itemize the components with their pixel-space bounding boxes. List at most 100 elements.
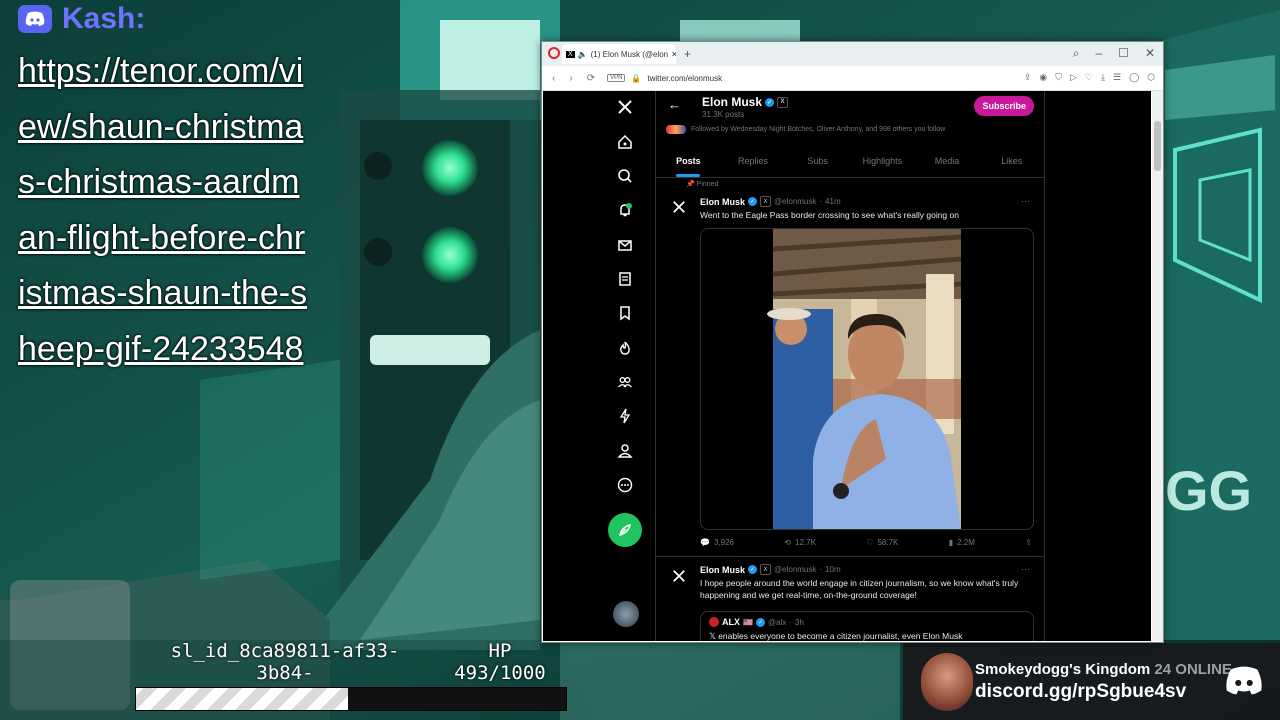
more-options-icon[interactable]: ··· <box>1021 196 1030 206</box>
reload-icon[interactable]: ⟳ <box>587 73 595 84</box>
home-icon[interactable] <box>615 132 635 152</box>
tab-close-icon[interactable]: ✕ <box>671 50 676 59</box>
quote-text: 𝕏 enables everyone to become a citizen j… <box>709 631 963 641</box>
communities-flame-icon[interactable] <box>615 338 635 358</box>
dot-separator: · <box>819 565 823 574</box>
hp-bar-fill <box>136 688 348 710</box>
follower-avatars <box>666 125 686 134</box>
tweet-author[interactable]: Elon Musk <box>700 565 745 575</box>
tab-media[interactable]: Media <box>915 147 980 177</box>
tweet-handle[interactable]: @elonmusk <box>774 565 816 574</box>
tweet-media-video[interactable] <box>700 228 1034 530</box>
page-scrollbar[interactable] <box>1152 91 1163 641</box>
search-icon[interactable] <box>615 166 635 186</box>
streamer-avatar <box>921 653 973 711</box>
menu-icon[interactable]: ☰ <box>1113 72 1121 83</box>
forward-icon[interactable]: › <box>569 73 572 84</box>
tab-highlights[interactable]: Highlights <box>850 147 915 177</box>
x-sidebar <box>605 91 645 641</box>
chat-message-link[interactable]: https://tenor.com/view/shaun-christmas-c… <box>18 44 310 377</box>
hp-value: 493/1000 <box>454 662 546 684</box>
download-icon[interactable]: ⤓ <box>1101 72 1105 83</box>
speaker-icon[interactable]: 🔈 <box>578 50 588 59</box>
x-avatar-icon[interactable] <box>670 198 688 216</box>
tab-replies[interactable]: Replies <box>721 147 786 177</box>
browser-tab-bar: X 🔈 (1) Elon Musk (@elon ✕ + ⌕ – ☐ ✕ <box>542 42 1163 66</box>
browser-toolbar: ⇪ ◉ ⛉ ▷ ♡ ⤓ ☰ ◯ ⬡ <box>1024 72 1155 83</box>
notifications-bell-icon[interactable] <box>615 200 635 220</box>
followed-by[interactable]: Followed by Wednesday Night Botches, Oli… <box>666 125 945 134</box>
vpn-badge[interactable]: VPN <box>607 74 626 82</box>
opera-logo-icon[interactable] <box>548 47 560 59</box>
chat-overlay: Kash: https://tenor.com/view/shaun-chris… <box>18 0 318 377</box>
maximize-icon[interactable]: ☐ <box>1118 46 1129 61</box>
tweet-handle[interactable]: @elonmusk <box>774 197 816 206</box>
share-button[interactable]: ⇪ <box>1025 538 1032 547</box>
tweet-header: Elon Musk ✓ X @elonmusk · 41m <box>700 196 841 207</box>
quoted-tweet[interactable]: ALX 🇺🇸 ✓ @alx · 3h 𝕏 enables everyone to… <box>700 611 1034 641</box>
x-affiliate-icon: X <box>760 564 772 575</box>
tab-likes[interactable]: Likes <box>979 147 1044 177</box>
x-avatar-icon[interactable] <box>670 567 688 585</box>
heart-icon[interactable]: ♡ <box>1085 72 1093 83</box>
repost-button[interactable]: ⟲ 12.7K <box>784 538 816 547</box>
profile-timeline: ← Elon Musk ✓ X 31.3K posts Subscribe Fo… <box>655 91 1045 641</box>
dot-separator: · <box>789 617 792 627</box>
tweet-time[interactable]: 10m <box>825 565 841 574</box>
account-avatar[interactable] <box>613 601 639 627</box>
search-tabs-icon[interactable]: ⌕ <box>1073 46 1080 61</box>
new-tab-icon[interactable]: + <box>684 47 691 61</box>
play-icon[interactable]: ▷ <box>1070 72 1077 83</box>
extensions-icon[interactable]: ⬡ <box>1147 72 1155 83</box>
more-circle-icon[interactable] <box>615 475 635 495</box>
tweet-time[interactable]: 41m <box>825 197 841 206</box>
discord-icon <box>18 5 52 33</box>
discord-invite-link[interactable]: discord.gg/rpSgbue4sv <box>975 681 1186 703</box>
tab-subs[interactable]: Subs <box>785 147 850 177</box>
bookmarks-icon[interactable] <box>615 303 635 323</box>
browser-window: X 🔈 (1) Elon Musk (@elon ✕ + ⌕ – ☐ ✕ ‹ ›… <box>541 41 1164 643</box>
browser-tab[interactable]: X 🔈 (1) Elon Musk (@elon ✕ <box>562 44 676 64</box>
camera-icon[interactable]: ◉ <box>1039 72 1047 83</box>
reply-button[interactable]: 💬 3,926 <box>700 538 734 547</box>
profile-header: ← Elon Musk ✓ X 31.3K posts Subscribe Fo… <box>656 91 1044 178</box>
back-arrow-icon[interactable]: ← <box>668 97 681 112</box>
scrollbar-thumb[interactable] <box>1154 121 1161 171</box>
profile-tabs: Posts Replies Subs Highlights Media Like… <box>656 147 1044 177</box>
close-window-icon[interactable]: ✕ <box>1145 46 1155 61</box>
page-viewport: ← Elon Musk ✓ X 31.3K posts Subscribe Fo… <box>543 91 1151 641</box>
session-id-text: sl_id_8ca89811-af33-3b84- <box>170 640 400 684</box>
tweet-author[interactable]: Elon Musk <box>700 197 745 207</box>
verified-badge-icon: ✓ <box>748 197 758 206</box>
pinned-text: Pinned <box>696 181 719 188</box>
profile-person-icon[interactable] <box>615 441 635 461</box>
tweet[interactable]: 📌 Pinned Elon Musk ✓ X @elonmusk · 41m ·… <box>656 178 1044 557</box>
pinned-label: 📌 Pinned <box>686 181 719 188</box>
tab-title: (1) Elon Musk (@elon <box>590 49 669 59</box>
premium-bolt-icon[interactable] <box>615 406 635 426</box>
share-icon[interactable]: ⇪ <box>1024 72 1032 83</box>
more-options-icon[interactable]: ··· <box>1021 564 1030 574</box>
minimize-icon[interactable]: – <box>1095 46 1102 61</box>
hp-label: HP 493/1000 <box>435 640 565 684</box>
tweet[interactable]: Elon Musk ✓ X @elonmusk · 10m ··· I hope… <box>656 557 1044 641</box>
online-count: 24 ONLINE <box>1154 661 1232 678</box>
compose-post-button[interactable] <box>608 513 642 547</box>
quote-header: ALX 🇺🇸 ✓ @alx · 3h <box>709 617 804 627</box>
url-field[interactable]: twitter.com/elonmusk <box>647 74 722 83</box>
lock-icon[interactable]: 🔒 <box>631 74 641 83</box>
lists-icon[interactable] <box>615 269 635 289</box>
discord-logo-icon <box>1226 666 1262 695</box>
back-icon[interactable]: ‹ <box>552 73 555 84</box>
x-logo-icon[interactable] <box>615 97 635 117</box>
quote-author: ALX <box>722 617 740 627</box>
tweet-text: Went to the Eagle Pass border crossing t… <box>700 210 959 220</box>
messages-icon[interactable] <box>615 235 635 255</box>
people-icon[interactable] <box>615 372 635 392</box>
tab-posts[interactable]: Posts <box>656 147 721 177</box>
views-button[interactable]: ▮ 2.2M <box>949 538 975 547</box>
profile-icon[interactable]: ◯ <box>1129 72 1139 83</box>
shield-icon[interactable]: ⛉ <box>1055 72 1062 83</box>
subscribe-button[interactable]: Subscribe <box>974 96 1034 116</box>
like-button[interactable]: ♡ 58.7K <box>866 538 898 547</box>
